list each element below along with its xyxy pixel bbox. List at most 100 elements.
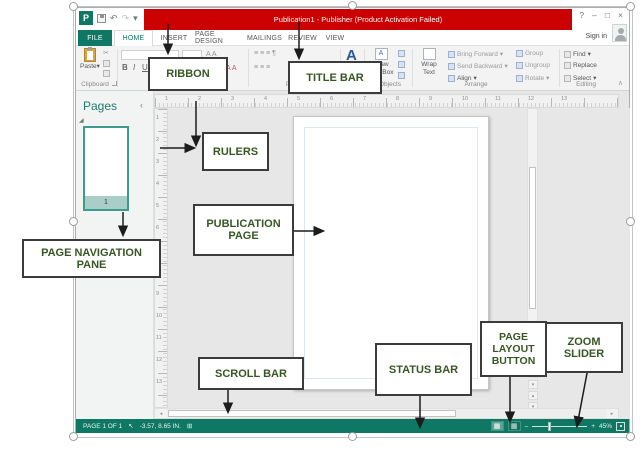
format-painter-icon[interactable]	[103, 70, 110, 77]
text-box-icon: A	[375, 48, 388, 60]
underline-button[interactable]: U	[142, 63, 148, 72]
title-bar-highlight: Publication1 - Publisher (Product Activa…	[144, 9, 572, 30]
selection-handle-middle-left[interactable]	[69, 217, 78, 226]
group-editing: Editing	[561, 81, 611, 88]
annotation-scroll-bar: SCROLL BAR	[198, 357, 304, 390]
zoom-slider-thumb[interactable]	[548, 422, 551, 431]
tab-page-design[interactable]: PAGE DESIGN	[195, 30, 243, 46]
bring-forward-button[interactable]: Bring Forward▾	[448, 50, 503, 58]
cursor-coordinates: -3.57, 8.65 IN.	[140, 423, 181, 430]
redo-button[interactable]: ↷	[122, 13, 130, 23]
page-thumbnail[interactable]: 1	[83, 126, 129, 211]
window-title: Publication1 - Publisher (Product Activa…	[274, 15, 442, 24]
horizontal-scrollbar[interactable]: ◂ ▸	[154, 408, 619, 419]
publisher-app-icon[interactable]: P	[79, 11, 93, 25]
paragraph-align-icons[interactable]: ≡ ≡ ≡	[254, 64, 270, 71]
selection-handle-top-center[interactable]	[348, 1, 357, 10]
pane-sort-icon: ◢	[79, 117, 84, 124]
save-icon[interactable]	[97, 14, 106, 23]
rotate-icon	[516, 75, 523, 82]
tab-insert[interactable]: INSERT	[155, 30, 193, 46]
bold-button[interactable]: B	[122, 63, 128, 72]
horizontal-scrollbar-thumb[interactable]	[168, 410, 456, 417]
insert-shapes-icon[interactable]	[398, 61, 405, 68]
copy-icon[interactable]	[103, 60, 110, 67]
previous-page-button[interactable]: ▴	[528, 391, 538, 400]
zoom-out-button[interactable]: –	[525, 423, 529, 430]
insert-picture-icon[interactable]	[398, 50, 405, 57]
object-size-icon[interactable]: ⊞	[187, 422, 192, 430]
find-button[interactable]: Find▾	[564, 50, 591, 58]
fit-page-icon[interactable]	[616, 422, 625, 431]
paragraph-list-icons[interactable]: ≡ ≡ ≡ ¶	[254, 50, 276, 57]
replace-button[interactable]: Replace	[564, 62, 597, 69]
selection-handle-bottom-left[interactable]	[69, 432, 78, 441]
collapse-ribbon-icon[interactable]: ∧	[618, 79, 623, 87]
collapse-pane-icon[interactable]: ‹	[140, 100, 143, 110]
annotation-ribbon: RIBBON	[148, 57, 228, 91]
scroll-down-button[interactable]: ▾	[528, 380, 538, 389]
help-button[interactable]: ?	[579, 10, 584, 20]
send-backward-icon	[448, 63, 455, 70]
tab-home[interactable]: HOME	[114, 30, 153, 46]
selection-handle-bottom-right[interactable]	[626, 432, 635, 441]
paste-button[interactable]: Paste▾	[79, 48, 101, 81]
tab-file[interactable]: FILE	[78, 30, 112, 46]
tab-review[interactable]: REVIEW	[286, 30, 319, 46]
selection-handle-bottom-center[interactable]	[348, 432, 357, 441]
find-icon	[564, 51, 571, 58]
send-backward-button[interactable]: Send Backward▾	[448, 62, 508, 70]
close-button[interactable]: ×	[618, 10, 623, 20]
cursor-position-icon: ↖	[128, 422, 133, 430]
annotation-status-bar: STATUS BAR	[375, 343, 472, 396]
pages-pane-title: Pages	[83, 99, 117, 113]
page-thumbnail-number: 1	[85, 196, 127, 209]
annotation-rulers: RULERS	[202, 132, 269, 171]
sign-in-link[interactable]: Sign in	[586, 33, 607, 40]
wrap-text-icon	[423, 48, 436, 60]
window-controls: ? – □ ×	[579, 10, 623, 20]
ungroup-button[interactable]: Ungroup	[516, 62, 550, 69]
selection-handle-middle-right[interactable]	[626, 217, 635, 226]
zoom-percentage[interactable]: 45%	[599, 423, 612, 430]
restore-button[interactable]: □	[605, 10, 610, 20]
selection-handle-top-left[interactable]	[69, 2, 78, 11]
margin-guides	[304, 127, 478, 379]
vertical-scrollbar-thumb[interactable]	[529, 167, 536, 309]
tab-view[interactable]: VIEW	[321, 30, 349, 46]
group-arrange: Arrange	[451, 81, 501, 88]
annotation-zoom-slider: ZOOM SLIDER	[545, 322, 623, 373]
paste-icon	[84, 48, 96, 62]
qat-customize-icon[interactable]: ▾	[133, 13, 138, 23]
zoom-in-button[interactable]: +	[591, 423, 595, 430]
single-page-view-button[interactable]: ▦	[491, 421, 504, 431]
ungroup-icon	[516, 62, 523, 69]
annotation-page-navigation-pane: PAGE NAVIGATION PANE	[22, 239, 161, 278]
zoom-slider[interactable]	[532, 426, 587, 427]
ribbon-tab-row: FILE HOME INSERT PAGE DESIGN MAILINGS RE…	[76, 30, 629, 46]
scroll-right-button[interactable]: ▸	[606, 409, 618, 418]
italic-button[interactable]: I	[133, 63, 135, 72]
user-avatar[interactable]	[612, 24, 627, 42]
group-button[interactable]: Group	[516, 50, 543, 57]
scroll-left-button[interactable]: ◂	[155, 409, 167, 418]
selection-handle-top-right[interactable]	[626, 2, 635, 11]
page-indicator[interactable]: PAGE 1 OF 1	[83, 423, 122, 430]
group-clipboard: Clipboard	[77, 81, 113, 88]
tab-mailings[interactable]: MAILINGS	[245, 30, 284, 46]
cut-icon[interactable]: ✂	[103, 49, 110, 57]
minimize-button[interactable]: –	[592, 10, 597, 20]
wrap-text-button[interactable]: WrapText	[414, 48, 444, 77]
replace-icon	[564, 62, 571, 69]
page-layout-view-button[interactable]: ▦	[508, 421, 521, 431]
annotation-publication-page: PUBLICATION PAGE	[193, 204, 294, 256]
annotated-screenshot: P ↶ ↷ ▾ Publication1 - Publisher (Produc…	[0, 0, 640, 454]
bring-forward-icon	[448, 51, 455, 58]
status-bar: PAGE 1 OF 1 ↖ -3.57, 8.65 IN. ⊞ ▦ ▦ – + …	[76, 419, 629, 433]
rotate-button[interactable]: Rotate▾	[516, 74, 549, 82]
annotation-page-layout-button: PAGE LAYOUT BUTTON	[480, 321, 547, 377]
annotation-title-bar: TITLE BAR	[288, 61, 382, 94]
undo-button[interactable]: ↶	[110, 13, 118, 23]
insert-table-icon[interactable]	[398, 72, 405, 79]
group-icon	[516, 50, 523, 57]
